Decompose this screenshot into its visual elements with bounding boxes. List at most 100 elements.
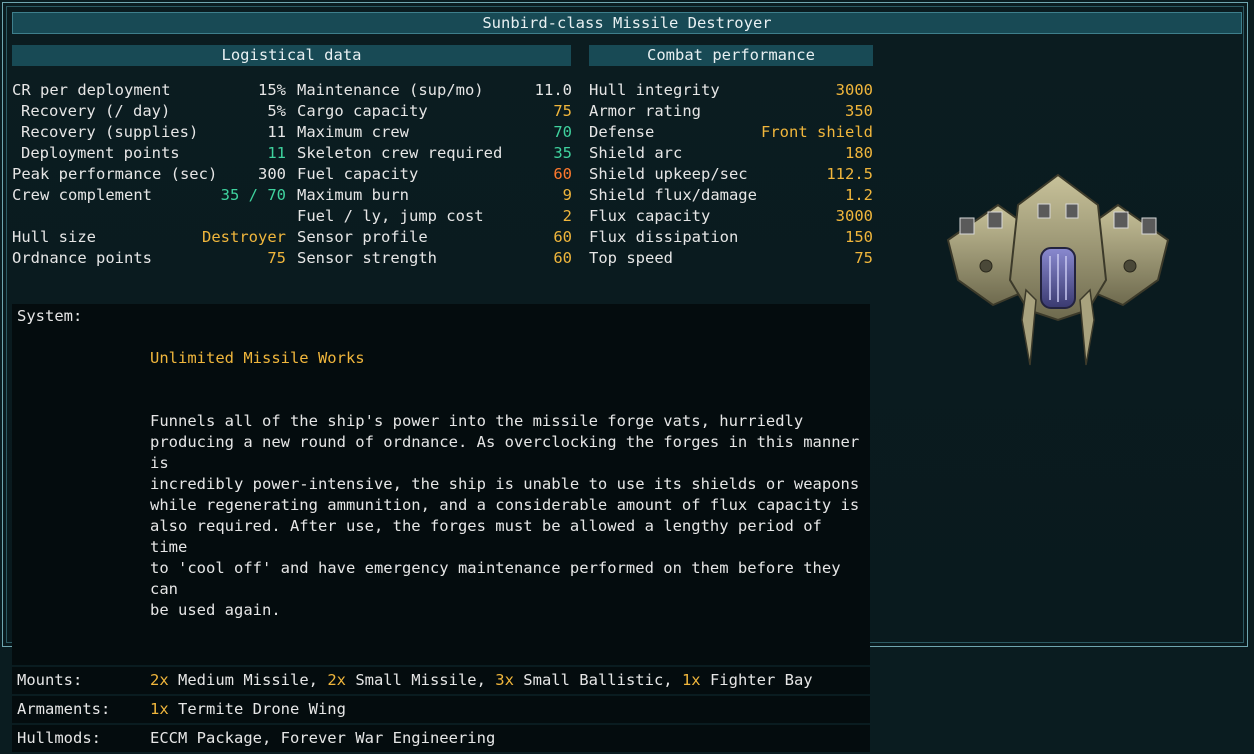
stat-row-hull-integrity: Hull integrity 3000 [589, 80, 873, 101]
stat-row-blank [12, 206, 286, 227]
stat-value: 3000 [835, 207, 873, 225]
stat-label: Shield upkeep/sec [589, 165, 748, 183]
stat-row-maximum-burn: Maximum burn 9 [297, 185, 572, 206]
stat-row-defense: Defense Front shield [589, 122, 873, 143]
armaments-value: 1x Termite Drone Wing [150, 699, 870, 720]
ship-details-panel: System: Unlimited Missile Works Funnels … [12, 304, 870, 754]
stat-label: Crew complement [12, 186, 152, 204]
stat-row-deployment-points: Deployment points 11 [12, 143, 286, 164]
mount-text: Small Ballistic, [513, 671, 682, 689]
stat-row-skeleton-crew-required: Skeleton crew required 35 [297, 143, 572, 164]
stat-label: Recovery (supplies) [21, 123, 199, 141]
stat-value: 150 [845, 228, 873, 246]
stat-value: 1.2 [845, 186, 873, 204]
stat-row-peak-performance-sec: Peak performance (sec) 300 [12, 164, 286, 185]
stat-label: Sensor profile [297, 228, 428, 246]
stat-value: 112.5 [826, 165, 873, 183]
stat-row-maximum-crew: Maximum crew 70 [297, 122, 572, 143]
mount-count: 2x [327, 671, 346, 689]
mount-count: 1x [681, 671, 701, 689]
stat-label: Ordnance points [12, 249, 152, 267]
system-key: System: [17, 307, 83, 325]
stat-row-armor-rating: Armor rating 350 [589, 101, 873, 122]
stat-row-crew-complement: Crew complement 35 / 70 [12, 185, 286, 206]
stat-row-hull-size: Hull size Destroyer [12, 227, 286, 248]
stat-value: 75 [854, 249, 873, 267]
stat-value: 2 [562, 207, 572, 225]
mounts-value: 2x Medium Missile, 2x Small Missile, 3x … [150, 670, 870, 691]
stat-label: Deployment points [21, 144, 180, 162]
stat-value: 15% [258, 81, 286, 99]
stat-value: 35 [553, 144, 572, 162]
mounts-row: Mounts: 2x Medium Missile, 2x Small Miss… [12, 667, 870, 694]
mount-count: 3x [495, 671, 514, 689]
stat-row-recovery-supplies: Recovery (supplies) 11 [12, 122, 286, 143]
stat-label: Sensor strength [297, 249, 437, 267]
stat-row-cr-per-deployment: CR per deployment 15% [12, 80, 286, 101]
stat-value: Destroyer [202, 228, 286, 246]
stat-label: Maintenance (sup/mo) [297, 81, 484, 99]
armaments-row: Armaments: 1x Termite Drone Wing [12, 696, 870, 723]
stat-label: Top speed [589, 249, 673, 267]
stat-value: 60 [553, 228, 572, 246]
stat-row-cargo-capacity: Cargo capacity 75 [297, 101, 572, 122]
logistics-column-1: CR per deployment 15% Recovery (/ day) 5% Re… [12, 80, 286, 269]
stat-label: Flux capacity [589, 207, 711, 225]
stat-label: Armor rating [589, 102, 701, 120]
stat-label: Hull size [12, 228, 96, 246]
stat-value: 5% [267, 102, 286, 120]
stat-label: Maximum crew [297, 123, 409, 141]
stat-row-sensor-strength: Sensor strength 60 [297, 248, 572, 269]
system-row: System: Unlimited Missile Works Funnels … [12, 304, 870, 665]
stat-row-shield-upkeep-sec: Shield upkeep/sec 112.5 [589, 164, 873, 185]
window-title: Sunbird-class Missile Destroyer [12, 12, 1242, 34]
stat-value: 11 [267, 123, 286, 141]
stat-row-fuel-ly-jump-cost: Fuel / ly, jump cost 2 [297, 206, 572, 227]
stat-label: Skeleton crew required [297, 144, 503, 162]
mount-text: Medium Missile, [168, 671, 328, 689]
stat-label: Cargo capacity [297, 102, 428, 120]
stat-row-top-speed: Top speed 75 [589, 248, 873, 269]
stat-row-sensor-profile: Sensor profile 60 [297, 227, 572, 248]
stat-label: Flux dissipation [589, 228, 739, 246]
stat-row-maintenance-sup-mo: Maintenance (sup/mo) 11.0 [297, 80, 572, 101]
stat-row-recovery-day: Recovery (/ day) 5% [12, 101, 286, 122]
stat-row-shield-flux-damage: Shield flux/damage 1.2 [589, 185, 873, 206]
stat-row-ordnance-points: Ordnance points 75 [12, 248, 286, 269]
stat-label: Defense [589, 123, 655, 141]
armament-count: 1x [150, 700, 169, 718]
stat-value: 75 [553, 102, 572, 120]
system-description: Funnels all of the ship's power into the… [150, 412, 860, 619]
stat-row-flux-capacity: Flux capacity 3000 [589, 206, 873, 227]
combat-performance-header: Combat performance [589, 45, 873, 66]
stat-value: 60 [553, 249, 572, 267]
hullmods-value: ECCM Package, Forever War Engineering [150, 729, 496, 747]
hullmods-key: Hullmods: [17, 729, 101, 747]
stat-value: 11 [267, 144, 286, 162]
stat-label: Maximum burn [297, 186, 409, 204]
mount-text: Small Missile, [345, 671, 496, 689]
mount-count: 2x [150, 671, 169, 689]
logistical-data-header: Logistical data [12, 45, 571, 66]
sunbird-ship-icon [946, 173, 1170, 366]
stat-label: CR per deployment [12, 81, 171, 99]
logistics-column-2: Maintenance (sup/mo) 11.0 Cargo capacity 75… [297, 80, 572, 269]
stat-label: Recovery (/ day) [21, 102, 171, 120]
stat-value: 70 [553, 123, 572, 141]
armaments-key: Armaments: [17, 700, 111, 718]
stat-row-shield-arc: Shield arc 180 [589, 143, 873, 164]
stat-label: Peak performance (sec) [12, 165, 218, 183]
stat-value: 300 [258, 165, 286, 183]
stat-value: 35 / 70 [220, 186, 286, 204]
stat-value: Front shield [761, 123, 873, 141]
stat-value: 350 [845, 102, 873, 120]
stat-value: 180 [845, 144, 873, 162]
stat-value: 11.0 [534, 81, 572, 99]
mounts-key: Mounts: [17, 671, 83, 689]
armament-text: Termite Drone Wing [168, 700, 346, 718]
stat-label: Fuel / ly, jump cost [297, 207, 484, 225]
stat-value: 3000 [835, 81, 873, 99]
stat-label: Hull integrity [589, 81, 720, 99]
hullmods-row: Hullmods: ECCM Package, Forever War Engi… [12, 725, 870, 752]
mount-text: Fighter Bay [700, 671, 813, 689]
